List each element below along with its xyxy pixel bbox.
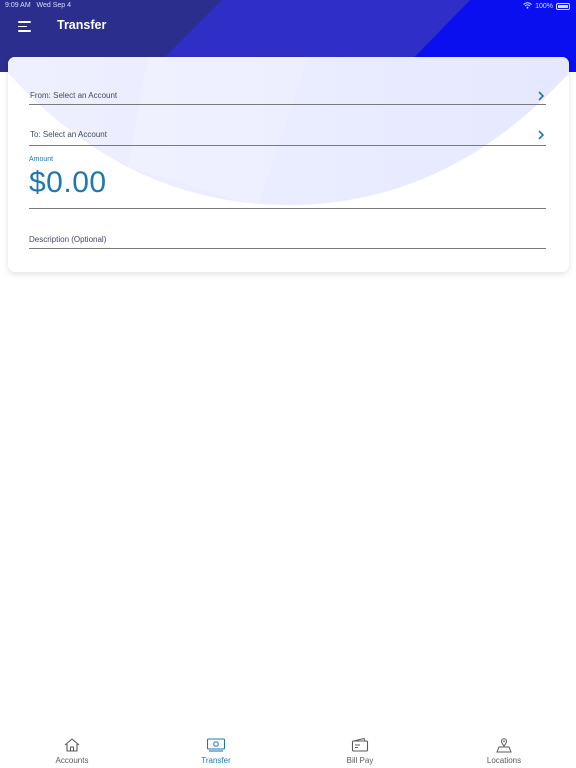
status-time-date: 9:09 AM Wed Sep 4 bbox=[5, 2, 71, 9]
status-time: 9:09 AM bbox=[5, 2, 31, 9]
hamburger-menu-icon[interactable] bbox=[18, 18, 34, 34]
tab-label-bill-pay: Bill Pay bbox=[346, 756, 374, 765]
amount-underline bbox=[29, 208, 546, 209]
from-account-label: From: Select an Account bbox=[30, 91, 118, 100]
tab-transfer[interactable]: Transfer bbox=[144, 734, 288, 768]
from-account-field[interactable]: From: Select an Account bbox=[29, 91, 546, 105]
tab-label-transfer: Transfer bbox=[201, 756, 231, 765]
page-title: Transfer bbox=[57, 18, 107, 32]
amount-label: Amount bbox=[29, 156, 54, 163]
to-account-field[interactable]: To: Select an Account bbox=[29, 130, 546, 146]
status-right-group: 100% bbox=[523, 2, 570, 11]
wallet-icon bbox=[350, 737, 370, 753]
status-bar: 9:09 AM Wed Sep 4 100% bbox=[0, 0, 576, 12]
amount-input[interactable]: $0.00 bbox=[29, 166, 107, 200]
map-pin-icon bbox=[494, 737, 514, 753]
status-date: Wed Sep 4 bbox=[36, 2, 72, 9]
money-icon bbox=[206, 737, 226, 753]
tab-locations[interactable]: Locations bbox=[432, 734, 576, 768]
to-account-label: To: Select an Account bbox=[30, 130, 107, 139]
transfer-form-card: From: Select an Account To: Select an Ac… bbox=[8, 57, 569, 272]
battery-percent: 100% bbox=[535, 3, 553, 10]
tab-bill-pay[interactable]: Bill Pay bbox=[288, 734, 432, 768]
chevron-right-icon bbox=[537, 130, 545, 140]
description-underline bbox=[29, 248, 546, 249]
bottom-tab-bar: Accounts Transfer Bill Pay Locations bbox=[0, 734, 576, 768]
description-input[interactable]: Description (Optional) bbox=[29, 235, 106, 244]
wifi-icon bbox=[523, 2, 532, 11]
tab-label-locations: Locations bbox=[486, 756, 522, 765]
battery-icon bbox=[556, 3, 570, 10]
chevron-right-icon bbox=[537, 91, 545, 101]
home-icon bbox=[62, 737, 82, 753]
tab-label-accounts: Accounts bbox=[55, 756, 89, 765]
tab-accounts[interactable]: Accounts bbox=[0, 734, 144, 768]
